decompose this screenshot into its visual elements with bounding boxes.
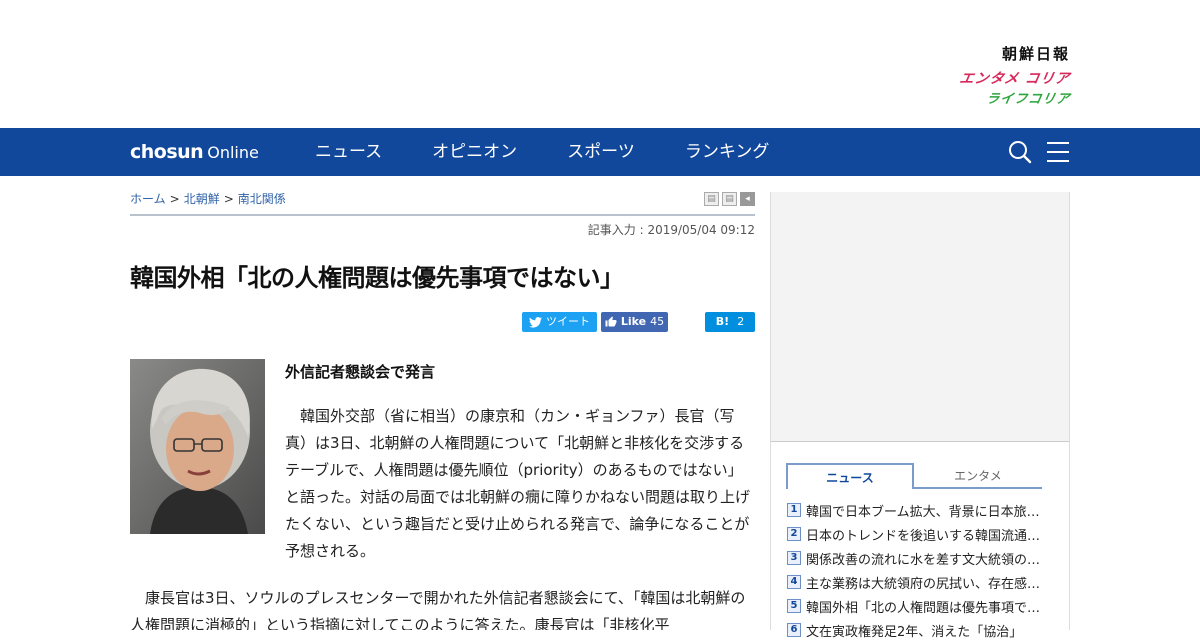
breadcrumb: ホーム > 北朝鮮 > 南北関係 xyxy=(130,190,286,207)
ranking-title: 日本のトレンドを後追いする韓国流通業界 xyxy=(806,528,1047,544)
tab-entame[interactable]: エンタメ xyxy=(914,463,1042,489)
breadcrumb-category[interactable]: 北朝鮮 xyxy=(184,192,220,206)
ranking-title: 主な業務は大統領府の尻拭い、存在感なき外交部 xyxy=(806,576,1047,592)
menu-icon[interactable] xyxy=(1046,140,1070,164)
article-text: 外信記者懇談会で発言 韓国外交部（省に相当）の康京和（カン・ギョンファ）長官（写… xyxy=(285,359,755,565)
article-subheading: 外信記者懇談会で発言 xyxy=(285,363,436,381)
nav-link-opinion[interactable]: オピニオン xyxy=(407,128,542,176)
rank-number: 4 xyxy=(787,575,801,589)
like-label: Like xyxy=(620,315,647,328)
ranking-title: 文在寅政権発足2年、消えた「協治」 xyxy=(806,624,1023,640)
rank-number: 2 xyxy=(787,527,801,541)
facebook-like-button[interactable]: Like 45 xyxy=(601,312,668,332)
ranking-item[interactable]: 3 関係改善の流れに水を差す文大統領の発言 xyxy=(787,546,1047,570)
hatena-bookmark-button[interactable]: B! 2 xyxy=(705,312,755,332)
rank-number: 5 xyxy=(787,599,801,613)
article-date: 記事入力 : 2019/05/04 09:12 xyxy=(587,223,755,237)
ranking-list: 1 韓国で日本ブーム拡大、背景に日本旅行の人気 2 日本のトレンドを後追いする韓… xyxy=(787,498,1047,642)
twitter-bird-icon xyxy=(529,316,542,328)
hatena-label: B! xyxy=(715,315,730,328)
top-header: 朝鮮日報 エンタメ コリア ライフコリア xyxy=(0,0,1200,128)
logo-light-text: Online xyxy=(207,143,259,162)
rank-number: 3 xyxy=(787,551,801,565)
search-icon[interactable] xyxy=(1008,140,1032,164)
ranking-title: 関係改善の流れに水を差す文大統領の発言 xyxy=(806,552,1047,568)
print-icon[interactable]: ▤ xyxy=(704,192,719,206)
article-paragraph-2: 康長官は3日、ソウルのプレスセンターで開かれた外信記者懇談会にて、「韓国は北朝鮮… xyxy=(130,589,746,630)
article-headline: 韓国外相「北の人権問題は優先事項ではない」 xyxy=(130,264,624,292)
nav-link-ranking[interactable]: ランキング xyxy=(660,128,795,176)
ranking-item[interactable]: 5 韓国外相「北の人権問題は優先事項ではない」 xyxy=(787,594,1047,618)
breadcrumb-subcategory[interactable]: 南北関係 xyxy=(238,192,286,206)
nav-bar: chosun Online ニュース オピニオン スポーツ ランキング xyxy=(0,128,1200,176)
ad-space xyxy=(770,192,1070,442)
ranking-item[interactable]: 6 文在寅政権発足2年、消えた「協治」 xyxy=(787,618,1047,642)
breadcrumb-separator: > xyxy=(169,192,180,206)
ranking-item[interactable]: 4 主な業務は大統領府の尻拭い、存在感なき外交部 xyxy=(787,570,1047,594)
tab-news[interactable]: ニュース xyxy=(786,463,914,489)
tweet-button[interactable]: ツイート xyxy=(522,312,597,332)
rank-number: 6 xyxy=(787,623,801,637)
article-body: 外信記者懇談会で発言 韓国外交部（省に相当）の康京和（カン・ギョンファ）長官（写… xyxy=(130,359,755,630)
main-column: ホーム > 北朝鮮 > 南北関係 ▤ ▤ ◂ 記事入力 : 2019/05/04 09:… xyxy=(130,176,755,630)
nav-link-news[interactable]: ニュース xyxy=(290,128,407,176)
breadcrumb-row: ホーム > 北朝鮮 > 南北関係 ▤ ▤ ◂ xyxy=(130,176,755,216)
article-photo xyxy=(130,359,265,534)
nav-links: ニュース オピニオン スポーツ ランキング xyxy=(290,128,794,176)
ranking-tabs: ニュース エンタメ xyxy=(786,463,1042,489)
article-tools: ▤ ▤ ◂ xyxy=(704,192,755,206)
entame-korea-logo[interactable]: エンタメ コリア xyxy=(928,68,1072,90)
article-paragraph-1: 韓国外交部（省に相当）の康京和（カン・ギョンファ）長官（写真）は3日、北朝鮮の人… xyxy=(285,407,751,560)
chosun-ilbo-logo[interactable]: 朝鮮日報 xyxy=(930,44,1070,64)
logo-bold-text: chosun xyxy=(130,141,204,163)
share-buttons: ツイート Like 45 B! 2 xyxy=(130,312,755,334)
rank-number: 1 xyxy=(787,503,801,517)
nav-link-sports[interactable]: スポーツ xyxy=(542,128,660,176)
life-korea-logo[interactable]: ライフコリア xyxy=(928,90,1072,110)
brand-logos: 朝鮮日報 エンタメ コリア ライフコリア xyxy=(928,44,1072,110)
ranking-item[interactable]: 1 韓国で日本ブーム拡大、背景に日本旅行の人気 xyxy=(787,498,1047,522)
nav-icons xyxy=(1008,140,1070,164)
ranking-item[interactable]: 2 日本のトレンドを後追いする韓国流通業界 xyxy=(787,522,1047,546)
sidebar: ニュース エンタメ 1 韓国で日本ブーム拡大、背景に日本旅行の人気 2 日本のト… xyxy=(770,192,1070,640)
breadcrumb-separator: > xyxy=(223,192,234,206)
tweet-label: ツイート xyxy=(546,315,590,328)
chosun-online-logo[interactable]: chosun Online xyxy=(130,140,259,164)
thumbs-up-icon xyxy=(605,316,617,327)
document-icon[interactable]: ▤ xyxy=(722,192,737,206)
back-arrow-icon[interactable]: ◂ xyxy=(740,192,755,206)
breadcrumb-home[interactable]: ホーム xyxy=(130,192,166,206)
hatena-count: 2 xyxy=(737,315,745,328)
ranking-panel: ニュース エンタメ 1 韓国で日本ブーム拡大、背景に日本旅行の人気 2 日本のト… xyxy=(770,442,1070,640)
ranking-title: 韓国外相「北の人権問題は優先事項ではない」 xyxy=(806,600,1047,616)
like-count: 45 xyxy=(650,315,665,328)
ranking-title: 韓国で日本ブーム拡大、背景に日本旅行の人気 xyxy=(806,504,1047,520)
